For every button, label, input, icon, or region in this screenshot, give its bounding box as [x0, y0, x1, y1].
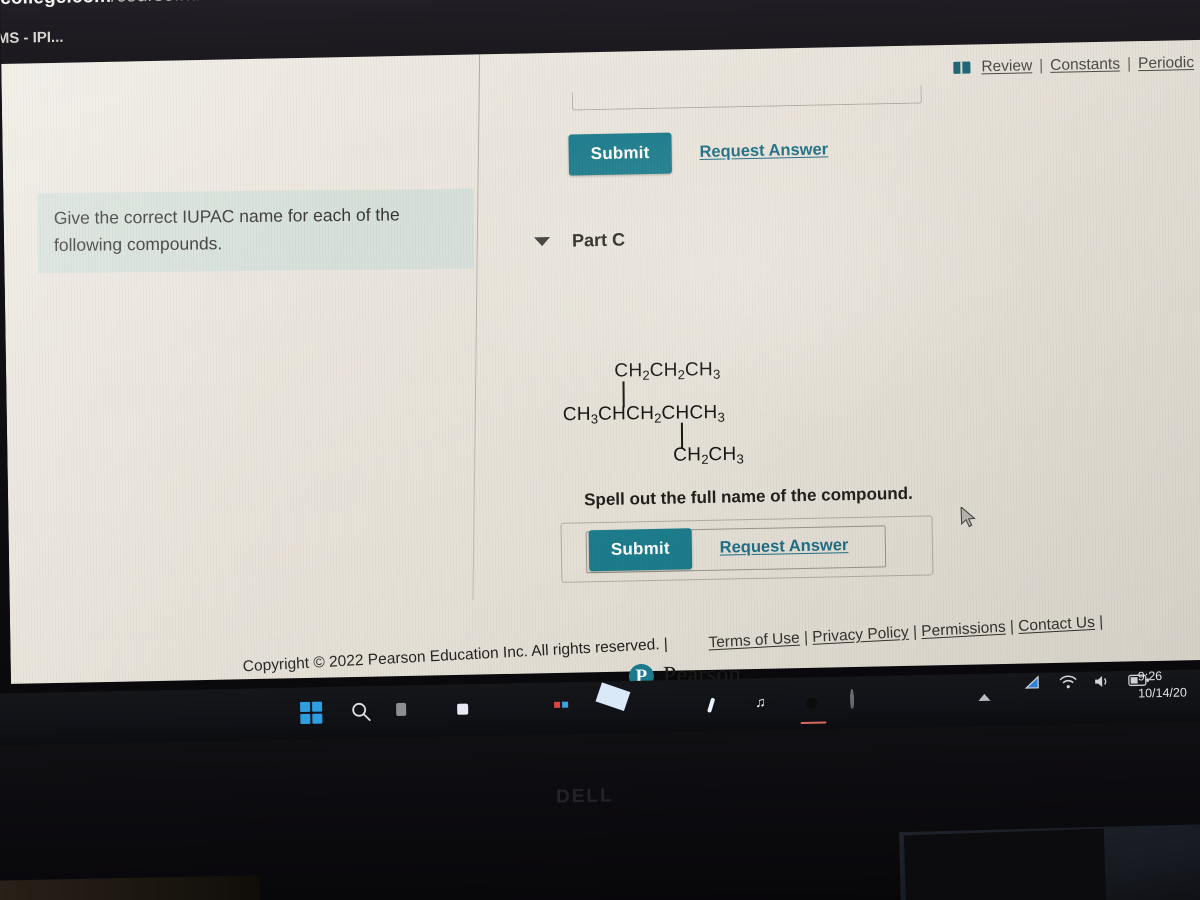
terms-of-use-link[interactable]: Terms of Use [708, 630, 800, 652]
wifi-icon[interactable] [1059, 674, 1077, 694]
part-c-title: Part C [571, 229, 626, 251]
network-icon[interactable] [1024, 675, 1042, 695]
structure-bottom-chain: CH2CH3 [673, 444, 744, 468]
submit-button-part-c[interactable]: Submit [588, 528, 693, 572]
start-icon[interactable] [300, 701, 327, 728]
part-b-actions: Submit Request Answer [568, 129, 828, 176]
screenshot-root: DELL college.com/course.html?courseId=17… [0, 0, 1200, 900]
url-domain: college.com [0, 0, 111, 9]
part-c-instruction: Spell out the full name of the compound. [583, 483, 913, 510]
search-icon[interactable] [350, 700, 377, 727]
system-tray [978, 673, 1150, 701]
monitor-stand [903, 828, 1107, 900]
green-app-icon[interactable] [800, 691, 827, 724]
page-content: Review | Constants | Periodic Give the c… [1, 39, 1200, 690]
edge-icon[interactable] [650, 694, 677, 721]
task-view-icon[interactable] [400, 699, 427, 726]
volume-icon[interactable] [1094, 674, 1111, 693]
bond-top [622, 381, 625, 408]
desk-surface-left [0, 875, 261, 900]
part-c-header[interactable]: Part C [534, 230, 625, 253]
previous-answer-box-edge [571, 85, 922, 111]
mouse-cursor-icon [960, 506, 976, 528]
monitor-brand-logo: DELL [555, 785, 614, 808]
monitor-screen: college.com/course.html?courseId=1746160… [0, 0, 1200, 746]
request-answer-link[interactable]: Request Answer [699, 140, 828, 162]
bookmark-item[interactable]: MS - IPI... [0, 29, 64, 47]
tools-icon[interactable] [700, 693, 727, 720]
bond-bottom [680, 422, 683, 449]
contact-us-link[interactable]: Contact Us [1018, 614, 1095, 635]
footer-sep-3: | [1009, 618, 1015, 636]
request-answer-link-part-c[interactable]: Request Answer [720, 536, 849, 558]
itunes-icon[interactable] [750, 692, 777, 719]
chevron-down-icon[interactable] [534, 237, 551, 247]
submit-button[interactable]: Submit [568, 132, 672, 176]
footer-sep-4: | [1098, 613, 1104, 631]
footer-copyright: Copyright © 2022 Pearson Education Inc. … [242, 635, 669, 676]
file-explorer-icon[interactable] [500, 697, 527, 724]
footer-sep-1: | [803, 629, 809, 647]
main-content: Submit Request Answer Part C CH2CH2CH3 C… [1, 40, 1200, 690]
partial-app-icon[interactable] [849, 688, 877, 717]
privacy-policy-link[interactable]: Privacy Policy [812, 624, 909, 646]
clock-date: 10/14/20 [1138, 685, 1187, 701]
mail-icon[interactable] [600, 695, 627, 722]
permissions-link[interactable]: Permissions [921, 619, 1006, 640]
chevron-up-icon[interactable] [978, 676, 991, 701]
address-bar[interactable]: college.com/course.html?courseId=1746160… [0, 0, 525, 10]
structure-main-chain: CH3CHCH2CHCH3 [562, 401, 725, 427]
footer-links: Terms of Use | Privacy Policy | Permissi… [708, 613, 1104, 652]
url-path: /course.html?courseId=1746160/&OpenVellu… [111, 0, 525, 7]
taskbar-clock[interactable]: 9:26 10/14/20 [1138, 668, 1187, 703]
teams-icon[interactable] [450, 698, 477, 725]
microsoft-store-icon[interactable] [550, 696, 577, 723]
part-c-actions: Submit Request Answer [588, 525, 849, 572]
footer-sep-2: | [912, 623, 918, 641]
structure-top-chain: CH2CH2CH3 [614, 359, 721, 383]
chemical-structure: CH2CH2CH3 CH3CHCH2CHCH3 CH2CH3 [562, 359, 744, 468]
clock-time: 9:26 [1137, 669, 1163, 684]
